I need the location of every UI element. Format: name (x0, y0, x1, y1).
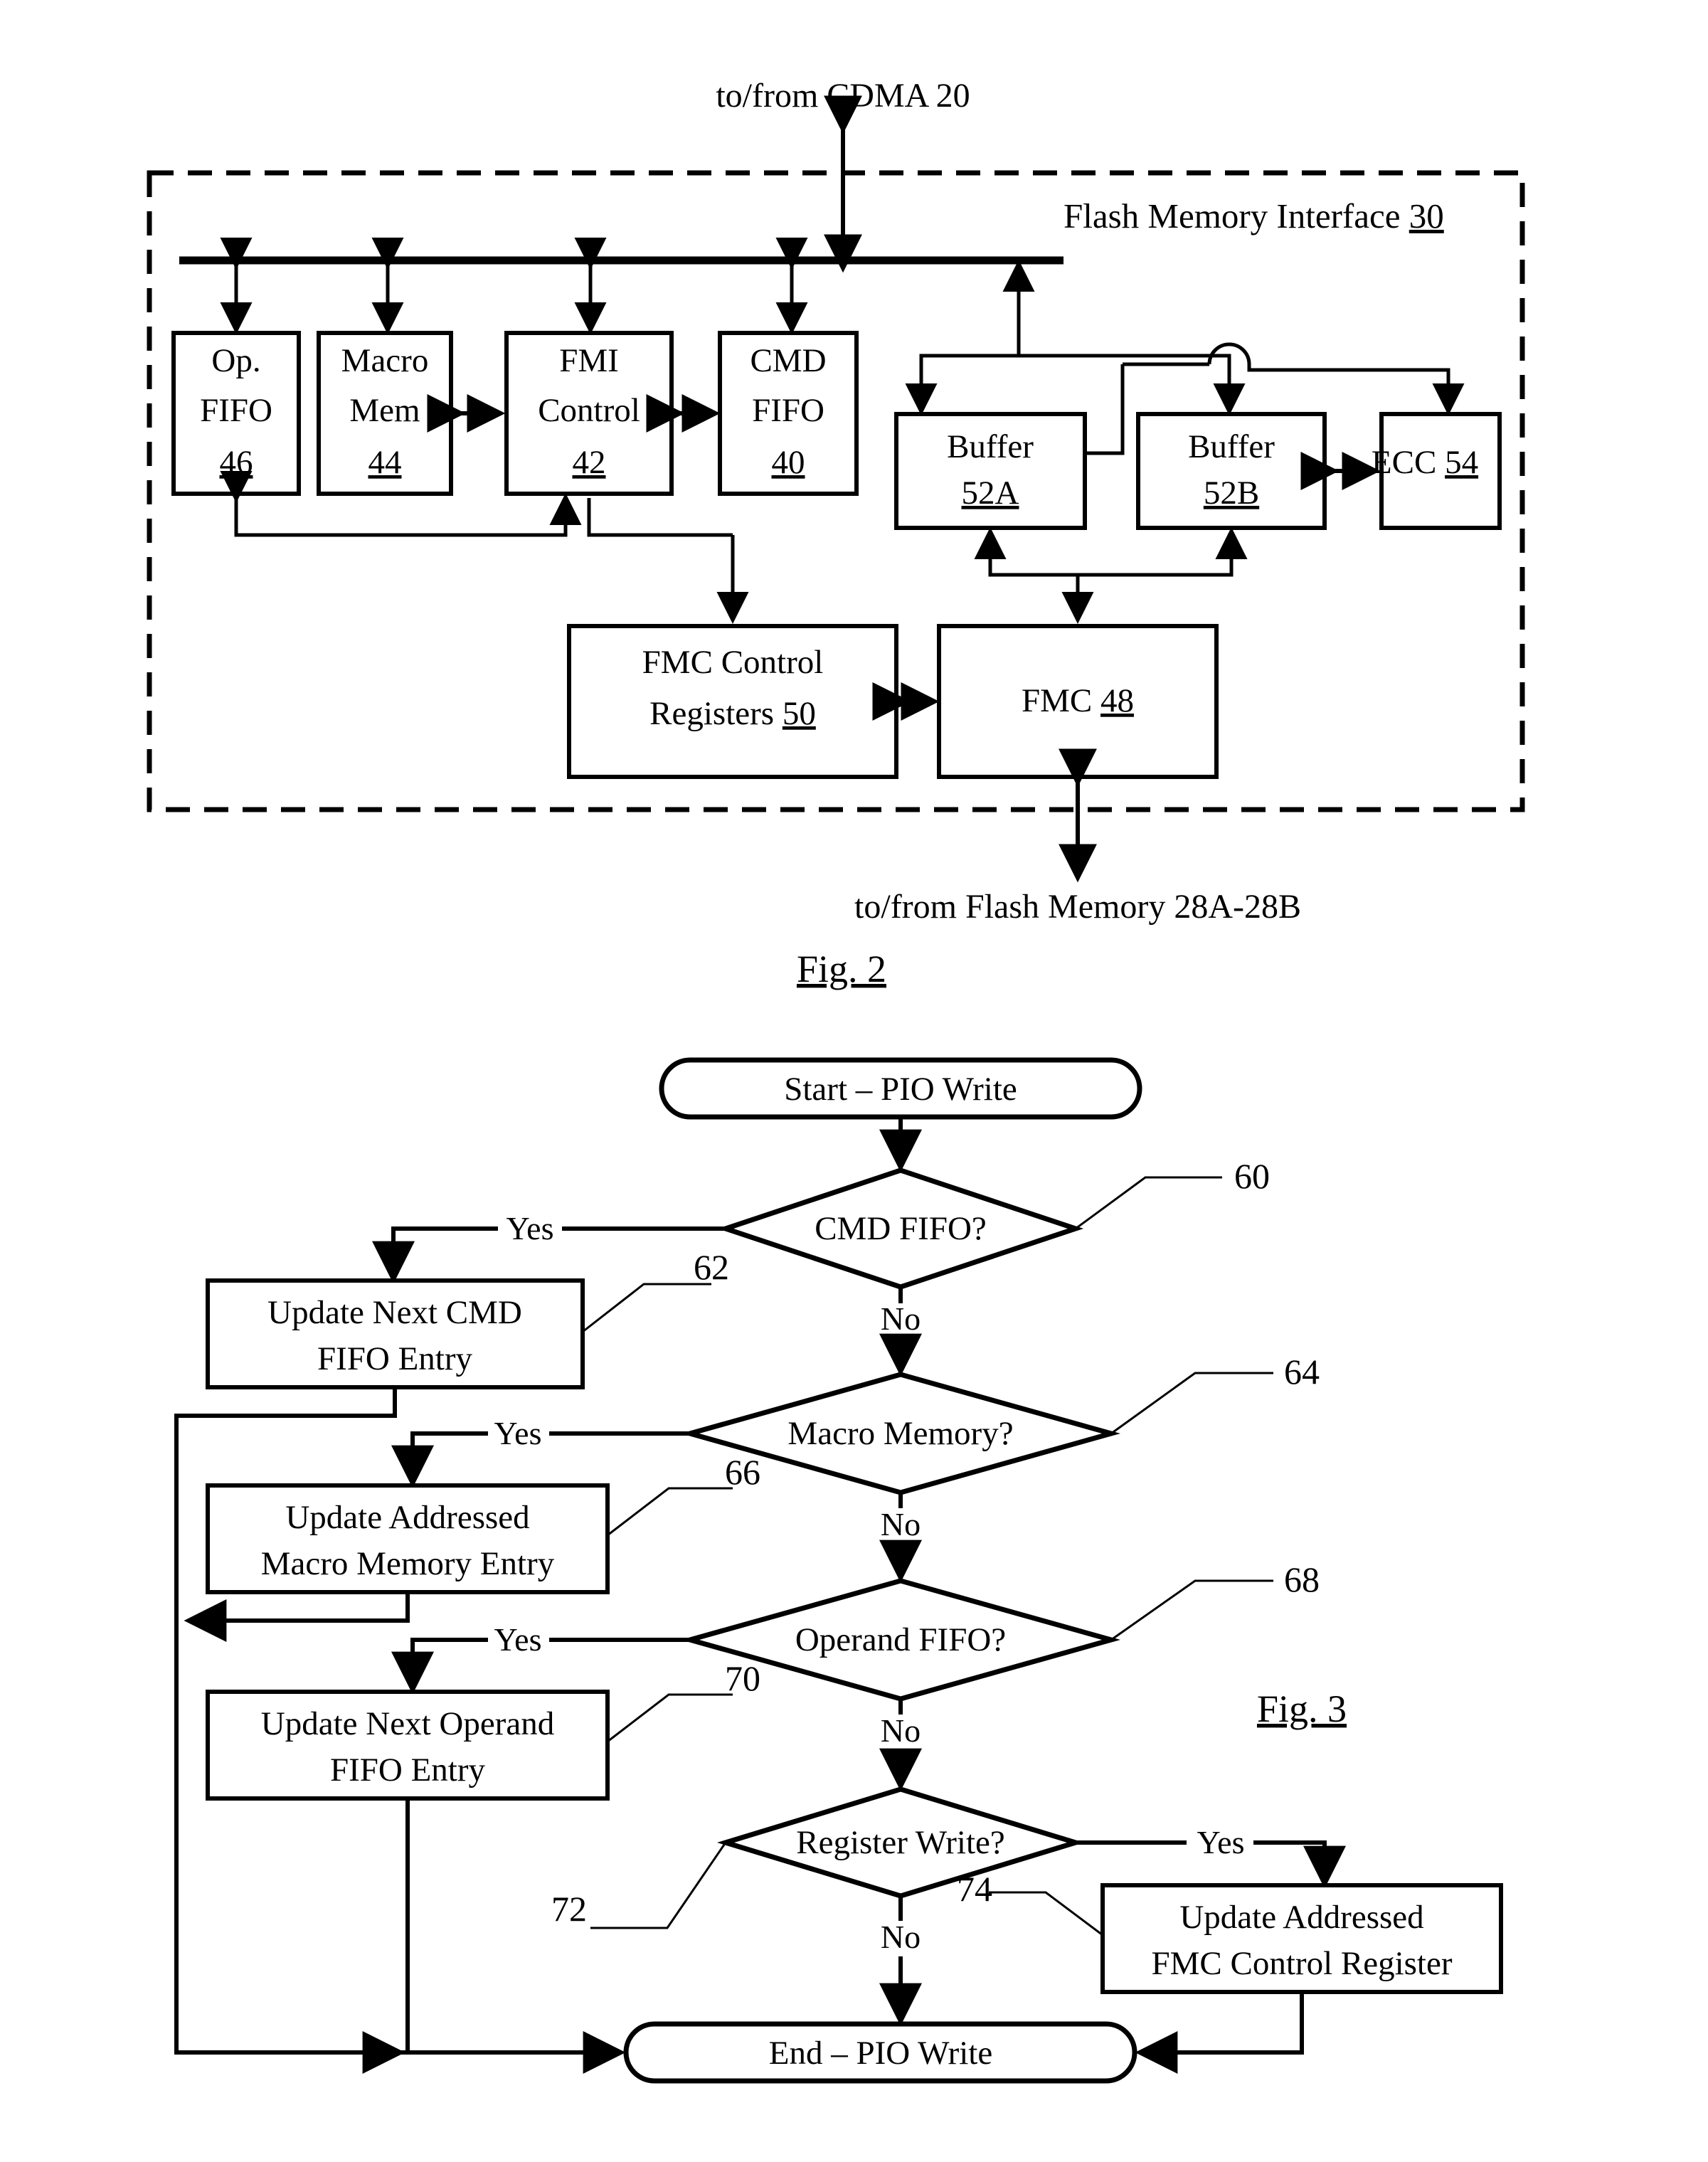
leader-72 (590, 1842, 727, 1929)
wire-d4-yes-down (1253, 1840, 1346, 1889)
block-buffer-52b-label: Buffer (1188, 428, 1275, 465)
leader-68 (1110, 1579, 1273, 1641)
label-yes-d3: Yes (494, 1621, 542, 1658)
block-buffer-52a-ref: 52A (962, 475, 1019, 512)
fig2-top-label: to/from CDMA 20 (716, 77, 970, 115)
block-buffer-52b-ref: 52B (1204, 475, 1259, 512)
label-no-d4: No (881, 1919, 921, 1955)
label-yes-d2: Yes (494, 1415, 542, 1451)
patent-figures-svg: to/from CDMA 20 Flash Memory Interface 3… (147, 77, 1525, 2084)
wire-d2-yes-down (391, 1431, 488, 1488)
fig2-bottom-label: to/from Flash Memory 28A-28B (854, 888, 1301, 926)
flow-start-label: Start – PIO Write (784, 1071, 1017, 1108)
ref-60: 60 (1234, 1156, 1270, 1196)
block-fmi-control-line1: FMI (559, 342, 619, 379)
block-fmi-control-line2: Control (538, 392, 640, 429)
fig3-caption: Fig. 3 (1257, 1687, 1347, 1730)
label-yes-d1: Yes (506, 1210, 554, 1246)
block-buffer-52a-label: Buffer (947, 428, 1034, 465)
leader-70 (607, 1693, 733, 1743)
block-macro-mem-ref: 44 (368, 444, 402, 481)
block-cmd-fifo-line2: FIFO (752, 392, 824, 429)
block-op-fifo-line2: FIFO (200, 392, 272, 429)
leader-60 (1075, 1176, 1222, 1230)
action-74-line1: Update Addressed (1179, 1899, 1423, 1936)
block-op-fifo-ref: 46 (220, 444, 253, 481)
action-70-line2: FIFO Entry (330, 1752, 486, 1789)
ref-68: 68 (1284, 1559, 1320, 1599)
block-fmi-control-ref: 42 (573, 444, 606, 481)
action-66-line2: Macro Memory Entry (261, 1545, 555, 1582)
block-fmc-ctrl-regs-line2: Registers 50 (649, 695, 816, 732)
decision-cmd-fifo-label: CMD FIFO? (815, 1210, 987, 1247)
label-yes-d4: Yes (1197, 1824, 1245, 1860)
label-no-d3: No (881, 1712, 921, 1749)
wire-fmc-to-52a-seg (988, 535, 1078, 577)
wire-fmicontrol-down-right (587, 498, 733, 537)
action-74-line2: FMC Control Register (1151, 1945, 1452, 1982)
rail-66-join (184, 1592, 410, 1642)
action-62-line2: FIFO Entry (317, 1340, 473, 1377)
label-no-d2: No (881, 1506, 921, 1542)
fig2-caption: Fig. 2 (797, 948, 886, 990)
decision-macro-memory-label: Macro Memory? (787, 1415, 1013, 1452)
fig2-enclosure-label: Flash Memory Interface 30 (1063, 196, 1444, 235)
block-fmc-ctrl-regs-line1: FMC Control (642, 644, 824, 681)
wire-74-to-end (1135, 1992, 1304, 2074)
ref-74: 74 (957, 1869, 992, 1909)
leader-66 (607, 1487, 733, 1537)
branch-to-ecc-54 (1247, 364, 1465, 416)
ref-66: 66 (725, 1452, 760, 1492)
decision-register-write-label: Register Write? (796, 1824, 1005, 1861)
ref-64: 64 (1284, 1352, 1320, 1392)
label-no-d1: No (881, 1300, 921, 1337)
patent-drawing-sheet: to/from CDMA 20 Flash Memory Interface 3… (0, 0, 1708, 2162)
wire-fmc-to-52b-seg (1078, 535, 1234, 577)
block-fmc-48-label: FMC 48 (1022, 682, 1134, 719)
block-cmd-fifo-line1: CMD (750, 342, 826, 379)
leader-74 (989, 1891, 1103, 1936)
block-cmd-fifo-ref: 40 (772, 444, 805, 481)
block-op-fifo-line1: Op. (211, 342, 260, 379)
branch-to-buffer-52a (905, 334, 1021, 416)
block-macro-mem-line1: Macro (341, 342, 429, 379)
block-ecc-54-label: ECC 54 (1372, 444, 1478, 481)
action-62-line1: Update Next CMD (267, 1294, 522, 1331)
ref-72: 72 (551, 1889, 587, 1929)
block-macro-mem-line2: Mem (349, 392, 420, 429)
leader-64 (1110, 1372, 1273, 1435)
ref-70: 70 (725, 1658, 760, 1698)
action-66-line1: Update Addressed (285, 1499, 529, 1536)
action-70-line1: Update Next Operand (261, 1705, 554, 1742)
wire-d3-yes-down (391, 1638, 488, 1695)
leader-62 (582, 1283, 711, 1333)
decision-operand-fifo-label: Operand FIFO? (795, 1621, 1006, 1658)
flow-end-label: End – PIO Write (769, 2035, 992, 2072)
wire-return-opfifo-fmicontrol (220, 471, 582, 537)
wire-d1-yes-down (372, 1226, 498, 1284)
ref-62: 62 (694, 1247, 729, 1287)
